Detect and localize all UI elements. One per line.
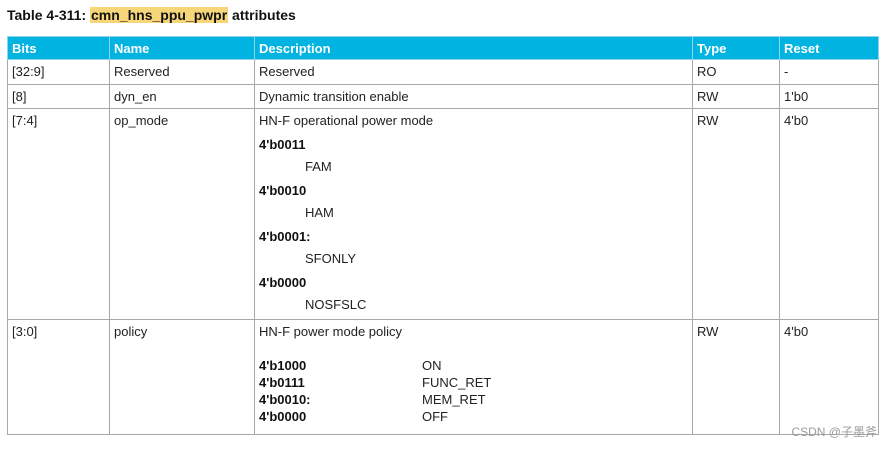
caption-suffix: attributes <box>232 7 296 23</box>
header-description: Description <box>254 36 693 60</box>
list-item: 4'b0000 OFF <box>259 408 688 425</box>
cell-type: RO <box>692 59 780 85</box>
enum-code: 4'b0000 <box>259 275 307 290</box>
cell-name: Reserved <box>109 59 255 85</box>
table-row: [8] dyn_en Dynamic transition enable RW … <box>7 84 879 109</box>
list-item: 4'b0111 FUNC_RET <box>259 374 688 391</box>
table-caption: Table 4-311: cmn_hns_ppu_pwpr attributes <box>7 7 296 23</box>
enum-code: 4'b0010: <box>259 392 311 407</box>
enum-value: HAM <box>305 205 334 220</box>
header-type: Type <box>692 36 780 60</box>
enum-code: 4'b0010 <box>259 183 307 198</box>
enum-code: 4'b1000 <box>259 358 307 373</box>
cell-reset: 4'b0 <box>779 108 879 320</box>
document-page: Table 4-311: cmn_hns_ppu_pwpr attributes… <box>0 0 890 449</box>
cell-name: policy <box>109 319 255 435</box>
cell-type: RW <box>692 84 780 109</box>
header-reset: Reset <box>779 36 879 60</box>
cell-bits: [8] <box>7 84 110 109</box>
register-attributes-table: Bits Name Description Type Reset [32:9] … <box>7 36 879 435</box>
cell-description: HN-F operational power mode 4'b0011 FAM … <box>254 108 693 320</box>
enum-value: ON <box>422 358 442 373</box>
cell-description: Dynamic transition enable <box>254 84 693 109</box>
enum-list: 4'b0011 FAM 4'b0010 HAM 4'b0001: SFONLY … <box>259 136 688 313</box>
cell-reset: 4'b0 <box>779 319 879 435</box>
watermark: CSDN @子墨斧 <box>791 425 877 439</box>
cell-type: RW <box>692 108 780 320</box>
register-name-highlight: cmn_hns_ppu_pwpr <box>90 7 229 23</box>
enum-list: 4'b1000 ON 4'b0111 FUNC_RET 4'b0010: MEM… <box>259 357 688 425</box>
enum-value: FUNC_RET <box>422 375 492 390</box>
cell-bits: [3:0] <box>7 319 110 435</box>
description-text: HN-F power mode policy <box>259 324 403 339</box>
cell-type: RW <box>692 319 780 435</box>
enum-code: 4'b0000 <box>259 409 307 424</box>
description-text: HN-F operational power mode <box>259 113 434 128</box>
table-row: [32:9] Reserved Reserved RO - <box>7 59 879 85</box>
caption-prefix: Table 4-311: <box>7 7 87 23</box>
enum-code: 4'b0111 <box>259 375 305 390</box>
header-name: Name <box>109 36 255 60</box>
enum-code: 4'b0011 <box>259 137 306 152</box>
list-item: 4'b0010: MEM_RET <box>259 391 688 408</box>
table-header-row: Bits Name Description Type Reset <box>7 36 879 60</box>
cell-name: dyn_en <box>109 84 255 109</box>
cell-reset: 1'b0 <box>779 84 879 109</box>
table-row: [3:0] policy HN-F power mode policy 4'b1… <box>7 319 879 435</box>
enum-value: SFONLY <box>305 251 357 266</box>
cell-description: HN-F power mode policy 4'b1000 ON 4'b011… <box>254 319 693 435</box>
header-bits: Bits <box>7 36 110 60</box>
list-item: 4'b1000 ON <box>259 357 688 374</box>
cell-reset: - <box>779 59 879 85</box>
cell-bits: [7:4] <box>7 108 110 320</box>
table-row: [7:4] op_mode HN-F operational power mod… <box>7 108 879 320</box>
cell-bits: [32:9] <box>7 59 110 85</box>
enum-code: 4'b0001: <box>259 229 311 244</box>
enum-value: NOSFSLC <box>305 297 367 312</box>
enum-value: MEM_RET <box>422 392 486 407</box>
cell-name: op_mode <box>109 108 255 320</box>
enum-value: FAM <box>305 159 332 174</box>
cell-description: Reserved <box>254 59 693 85</box>
enum-value: OFF <box>422 409 448 424</box>
